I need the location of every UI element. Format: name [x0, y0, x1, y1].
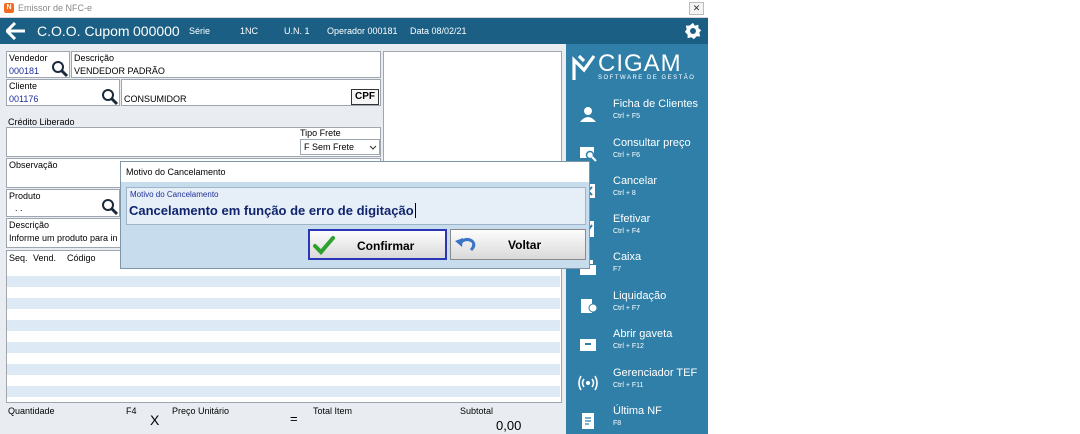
- motivo-input[interactable]: Cancelamento em função de erro de digita…: [129, 203, 416, 218]
- settings-gear-icon[interactable]: [684, 22, 702, 40]
- sidebar-item-label: Gerenciador TEF: [613, 367, 698, 379]
- dialog-title-bar: Motivo do Cancelamento: [121, 162, 589, 182]
- table-row[interactable]: [7, 298, 560, 309]
- app-icon: N: [4, 3, 14, 13]
- cliente-nome: CONSUMIDOR: [124, 94, 187, 104]
- nfce-app-window: N Emissor de NFC-e ✕ C.O.O. Cupom 000000…: [0, 0, 708, 434]
- sidebar-item-label: Cancelar: [613, 175, 658, 187]
- coo-number: 000000: [133, 23, 180, 39]
- col-seq: Seq.: [9, 253, 28, 263]
- sidebar-item-shortcut: F7: [613, 266, 622, 273]
- window-title: Emissor de NFC-e: [18, 3, 93, 13]
- sidebar-item-shortcut: F8: [613, 420, 622, 427]
- payment-icon: [581, 299, 598, 313]
- checkmark-icon: [313, 236, 335, 255]
- serie-value: 1NC: [240, 26, 259, 36]
- cliente-nome-field: CONSUMIDOR: [121, 79, 381, 106]
- sidebar-item-label: Ficha de Clientes: [613, 98, 698, 110]
- subtotal-value: 0,00: [496, 418, 522, 433]
- tipo-frete-select[interactable]: F Sem Frete: [300, 139, 380, 155]
- cigam-tagline: SOFTWARE DE GESTÃO: [598, 75, 696, 81]
- quantidade-label: Quantidade: [8, 406, 55, 416]
- sidebar-item-abrir-gaveta[interactable]: Abrir gaveta Ctrl + F12: [566, 326, 708, 362]
- operador-label: Operador 000181: [327, 26, 398, 36]
- descricao-label: Descrição: [74, 53, 115, 63]
- price-search-icon: [580, 147, 597, 162]
- date-label: Data 08/02/21: [410, 26, 467, 36]
- motivo-label: Motivo do Cancelamento: [130, 190, 219, 199]
- vendedor-label: Vendedor: [9, 53, 48, 63]
- vendedor-descricao: VENDEDOR PADRÃO: [74, 66, 165, 76]
- tipo-frete-label: Tipo Frete: [300, 128, 341, 138]
- window-close-button[interactable]: ✕: [689, 2, 704, 15]
- sidebar-item-label: Última NF: [613, 405, 662, 417]
- vendedor-code: 000181: [9, 66, 40, 76]
- cliente-search-icon[interactable]: [101, 88, 119, 106]
- sidebar-item-shortcut: Ctrl + F5: [613, 113, 641, 120]
- confirm-button[interactable]: Confirmar: [308, 229, 447, 260]
- observacao-label: Observação: [9, 160, 58, 170]
- table-row[interactable]: [7, 364, 560, 375]
- table-row[interactable]: [7, 320, 560, 331]
- back-label: Voltar: [508, 238, 542, 252]
- f4-label: F4: [126, 406, 137, 416]
- table-row[interactable]: [7, 386, 560, 397]
- serie-label: Série: [189, 26, 211, 36]
- sidebar-item-label: Caixa: [613, 251, 642, 263]
- table-row[interactable]: [7, 276, 560, 287]
- sidebar-item-shortcut: Ctrl + F7: [613, 305, 641, 312]
- table-row[interactable]: [7, 342, 560, 353]
- back-button[interactable]: Voltar: [450, 229, 586, 260]
- drawer-icon: [580, 339, 596, 351]
- cliente-label: Cliente: [9, 81, 38, 91]
- vendedor-descricao-field: Descrição VENDEDOR PADRÃO: [71, 51, 381, 78]
- vendedor-search-icon[interactable]: [51, 60, 69, 78]
- cliente-code: 001176: [9, 94, 39, 104]
- sidebar-item-shortcut: Ctrl + 8: [613, 190, 636, 197]
- tipo-frete-value: F Sem Frete: [304, 142, 355, 152]
- confirm-label: Confirmar: [357, 239, 415, 253]
- produto-value: . .: [15, 203, 23, 213]
- equals-symbol: =: [290, 411, 298, 426]
- subtotal-label: Subtotal: [460, 406, 494, 416]
- credito-label: Crédito Liberado: [8, 117, 75, 127]
- back-arrow-icon[interactable]: [6, 22, 26, 40]
- window-title-bar: N Emissor de NFC-e ✕: [0, 0, 708, 18]
- sidebar-item-shortcut: Ctrl + F11: [613, 382, 644, 389]
- total-item-label: Total Item: [313, 406, 353, 416]
- cigam-logo-icon: [572, 54, 596, 80]
- col-vend: Vend.: [33, 253, 57, 263]
- sidebar-item-label: Consultar preço: [613, 137, 691, 149]
- header-bar: C.O.O. Cupom 000000 Série 1NC U.N. 1 Ope…: [0, 18, 708, 44]
- cigam-logo: CIGAM: [598, 50, 682, 77]
- sidebar-item-ultima-nf[interactable]: Última NF F8: [566, 403, 708, 434]
- produto-label: Produto: [9, 191, 41, 201]
- sidebar-item-label: Efetivar: [613, 213, 651, 225]
- sidebar-item-shortcut: Ctrl + F4: [613, 228, 641, 235]
- sidebar-item-shortcut: Ctrl + F12: [613, 343, 644, 350]
- customer-card-icon: [580, 107, 596, 122]
- cancel-reason-dialog: Motivo do Cancelamento Motivo do Cancela…: [120, 161, 590, 269]
- chevron-down-icon: [369, 145, 377, 150]
- motivo-field[interactable]: Motivo do Cancelamento Cancelamento em f…: [126, 187, 586, 225]
- dialog-title: Motivo do Cancelamento: [126, 167, 226, 177]
- sidebar-item-label: Liquidação: [613, 290, 667, 302]
- sidebar-item-liquidacao[interactable]: Liquidação Ctrl + F7: [566, 288, 708, 324]
- un-label: U.N. 1: [284, 26, 310, 36]
- undo-arrow-icon: [455, 237, 476, 252]
- produto-descricao-label: Descrição: [9, 220, 50, 230]
- sidebar-item-ficha-clientes[interactable]: Ficha de Clientes Ctrl + F5: [566, 96, 708, 132]
- cpf-button[interactable]: CPF: [351, 89, 379, 105]
- preco-unitario-label: Preço Unitário: [172, 406, 230, 416]
- sidebar-item-gerenciador-tef[interactable]: Gerenciador TEF Ctrl + F11: [566, 365, 708, 401]
- produto-search-icon[interactable]: [101, 198, 119, 216]
- coo-label: C.O.O. Cupom: [37, 23, 130, 39]
- last-invoice-icon: [582, 413, 594, 429]
- sidebar-item-label: Abrir gaveta: [613, 328, 673, 340]
- sidebar-item-shortcut: Ctrl + F6: [613, 152, 641, 159]
- multiply-symbol: X: [150, 412, 160, 428]
- col-codigo: Código: [67, 253, 96, 263]
- tef-signal-icon: [578, 375, 598, 391]
- produto-descricao-value: Informe um produto para in: [9, 233, 118, 243]
